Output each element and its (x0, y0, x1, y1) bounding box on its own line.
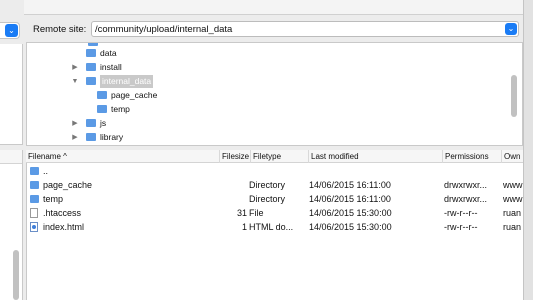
tree-item-label: library (100, 132, 124, 142)
chevron-down-icon[interactable]: ⌄ (505, 23, 517, 35)
file-permissions: drwxrwxr... (444, 194, 488, 204)
tree-item-label: temp (111, 104, 130, 114)
chevron-down-icon[interactable]: ⌄ (5, 24, 18, 37)
file-row[interactable]: temp Directory 14/06/2015 16:11:00 drwxr… (26, 192, 523, 206)
file-name: temp (43, 194, 64, 204)
column-header-owner[interactable]: Own (501, 150, 523, 163)
folder-icon (97, 91, 107, 99)
local-list-scrollbar[interactable] (13, 250, 19, 300)
tree-item-label: internal_data (100, 75, 154, 88)
window-edge (523, 0, 533, 300)
column-header-last-modified[interactable]: Last modified (308, 150, 442, 163)
local-site-dropdown[interactable]: ⌄ (0, 22, 20, 39)
file-modified: 14/06/2015 16:11:00 (309, 180, 391, 190)
column-header-filename[interactable]: Filename ^ (26, 150, 219, 163)
remote-site-label: Remote site: (33, 24, 87, 35)
column-header-permissions[interactable]: Permissions (442, 150, 501, 163)
file-type: HTML do... (249, 222, 294, 232)
folder-icon (30, 167, 39, 175)
file-type: Directory (249, 180, 286, 190)
remote-directory-tree[interactable]: data ▶ install ▼ internal_data page_cach… (26, 42, 523, 146)
file-permissions: -rw-r--r-- (444, 208, 478, 218)
column-header-filetype[interactable]: Filetype (250, 150, 308, 163)
html-file-icon (30, 222, 38, 232)
tree-item-label: js (100, 118, 107, 128)
remote-site-path-input[interactable] (95, 23, 495, 35)
folder-icon (86, 77, 96, 85)
folder-icon (97, 105, 107, 113)
tree-item-label: page_cache (111, 90, 158, 100)
disclosure-triangle-collapsed-icon[interactable]: ▶ (71, 131, 79, 144)
disclosure-triangle-collapsed-icon[interactable]: ▶ (71, 117, 79, 130)
disclosure-triangle-collapsed-icon[interactable]: ▶ (71, 61, 79, 74)
folder-icon (30, 195, 39, 203)
folder-icon (86, 49, 96, 57)
local-list-header (0, 150, 22, 164)
file-name: .htaccess (43, 208, 82, 218)
local-directory-tree[interactable] (0, 44, 23, 145)
file-size: 1 (241, 222, 247, 232)
file-icon (30, 208, 38, 218)
file-name: index.html (43, 222, 85, 232)
file-row[interactable]: page_cache Directory 14/06/2015 16:11:00… (26, 178, 523, 192)
folder-icon (86, 119, 96, 127)
file-row-parent[interactable]: .. (26, 164, 523, 178)
folder-icon (30, 181, 39, 189)
tree-item-label: data (100, 48, 117, 58)
file-permissions: -rw-r--r-- (444, 222, 478, 232)
file-owner: www (503, 180, 523, 190)
file-row[interactable]: .htaccess 31 File 14/06/2015 15:30:00 -r… (26, 206, 523, 220)
file-owner: ruan (503, 222, 522, 232)
file-modified: 14/06/2015 15:30:00 (309, 208, 392, 218)
file-row[interactable]: index.html 1 HTML do... 14/06/2015 15:30… (26, 220, 523, 234)
file-type: Directory (249, 194, 286, 204)
file-modified: 14/06/2015 16:11:00 (309, 194, 391, 204)
column-header-filesize[interactable]: Filesize (219, 150, 250, 163)
folder-icon (88, 43, 98, 46)
file-size: 31 (236, 208, 247, 218)
file-modified: 14/06/2015 15:30:00 (309, 222, 392, 232)
local-file-list[interactable] (0, 150, 23, 300)
file-list-header: Filename ^ Filesize Filetype Last modifi… (26, 150, 523, 163)
tree-scrollbar[interactable] (511, 75, 517, 117)
toolbar-strip (24, 0, 524, 15)
file-name: page_cache (43, 180, 93, 190)
folder-icon (86, 63, 96, 71)
folder-icon (86, 133, 96, 141)
disclosure-triangle-expanded-icon[interactable]: ▼ (71, 75, 79, 88)
remote-site-path-combobox[interactable]: ⌄ (91, 21, 519, 37)
file-owner: ruan (503, 208, 522, 218)
file-type: File (249, 208, 264, 218)
tree-item-label: install (100, 62, 122, 72)
file-owner: www (503, 194, 523, 204)
file-permissions: drwxrwxr... (444, 180, 488, 190)
file-name: .. (43, 166, 49, 176)
